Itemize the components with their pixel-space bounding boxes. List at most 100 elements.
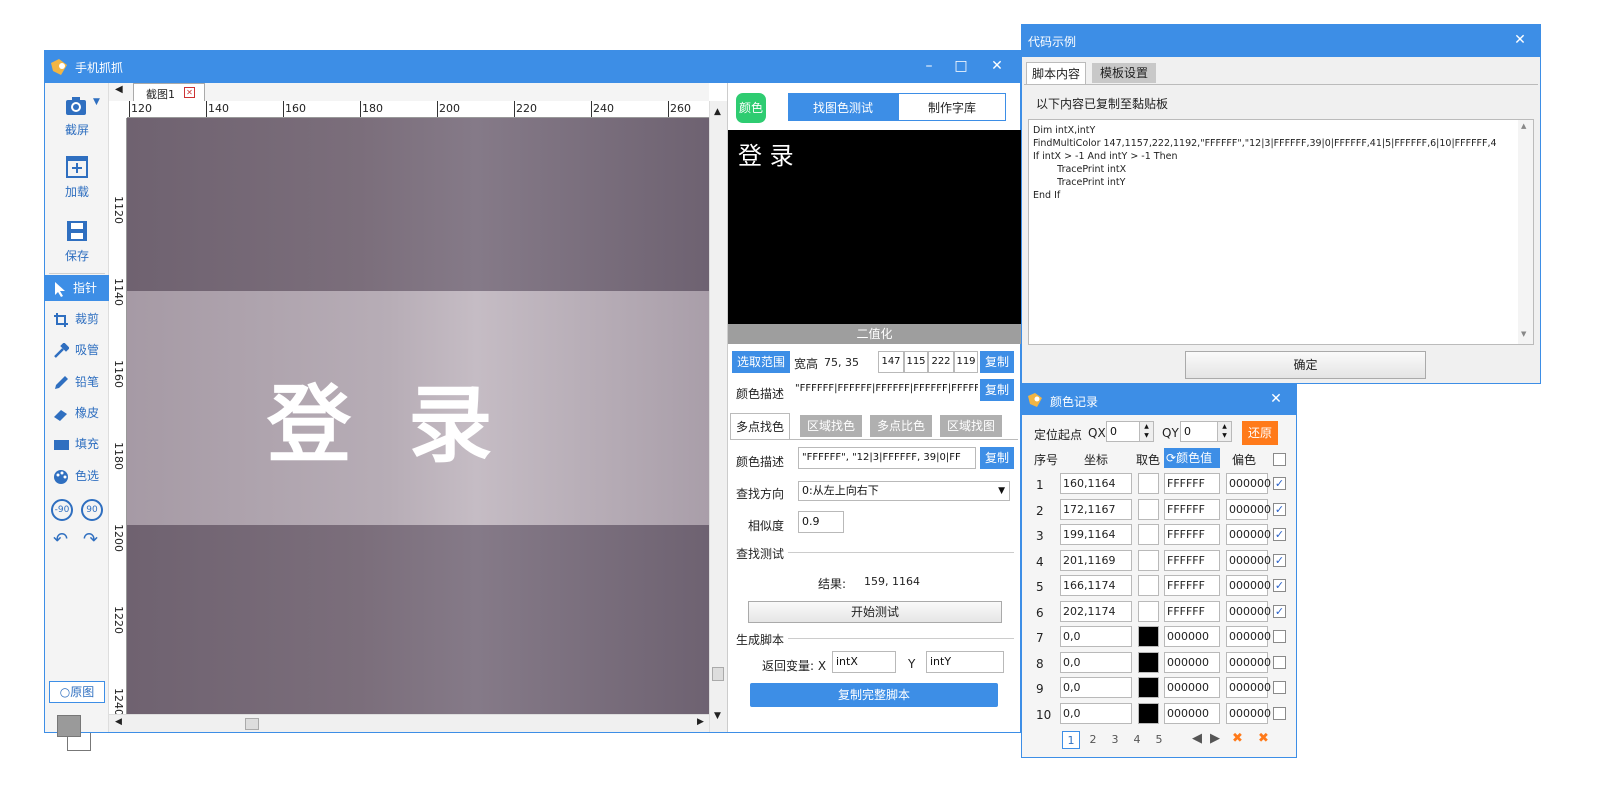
spin-arrows-icon[interactable]: ▲ ▼ — [1217, 422, 1231, 441]
redo-icon[interactable]: ↷ — [83, 529, 98, 550]
row-swatch[interactable] — [1138, 473, 1159, 494]
color-select-tool[interactable]: 色选 — [45, 463, 109, 489]
delete-icon[interactable]: ✖ — [1232, 731, 1243, 746]
color-desc-field[interactable]: "FFFFFF|FFFFFF|FFFFFF|FFFFFF|FFFFFF — [792, 379, 978, 401]
page-4[interactable]: 4 — [1128, 731, 1146, 749]
copy-full-script-button[interactable]: 复制完整脚本 — [750, 683, 998, 707]
qx-spinner[interactable]: 0 ▲ ▼ — [1106, 421, 1154, 442]
tab-template-settings[interactable]: 模板设置 — [1092, 63, 1156, 83]
row-checkbox[interactable]: ✓ — [1273, 528, 1286, 541]
next-page-icon[interactable]: ▶ — [1210, 731, 1220, 746]
copy-multi-desc-button[interactable]: 复制 — [980, 447, 1014, 469]
row-swatch[interactable] — [1138, 600, 1159, 622]
color-mode-button[interactable]: 颜色 — [736, 93, 766, 123]
row-value-field[interactable]: FFFFFF — [1164, 549, 1220, 571]
tab-make-font-lib[interactable]: 制作字库 — [898, 93, 1006, 121]
restore-button[interactable]: 还原 — [1242, 421, 1278, 445]
binarize-bar[interactable]: 二值化 — [728, 324, 1021, 344]
row-swatch[interactable] — [1138, 651, 1159, 673]
row-value-field[interactable]: FFFFFF — [1164, 524, 1220, 545]
row-checkbox[interactable] — [1273, 681, 1286, 694]
row-swatch[interactable] — [1138, 549, 1159, 571]
row-checkbox[interactable] — [1273, 630, 1286, 643]
page-2[interactable]: 2 — [1084, 731, 1102, 749]
load-tool[interactable]: 加载 — [45, 153, 109, 205]
multi-desc-field[interactable]: "FFFFFF", "12|3|FFFFFF, 39|0|FF — [798, 447, 976, 469]
save-tool[interactable]: 保存 — [45, 217, 109, 269]
row-coord-field[interactable]: 172,1167 — [1060, 498, 1132, 520]
eraser-tool[interactable]: 橡皮 — [45, 400, 109, 426]
maximize-button[interactable]: □ — [947, 55, 975, 77]
minimize-button[interactable]: – — [915, 55, 943, 77]
row-value-field[interactable]: FFFFFF — [1164, 473, 1220, 494]
row-checkbox[interactable]: ✓ — [1273, 553, 1286, 567]
copy-color-desc-button[interactable]: 复制 — [980, 379, 1014, 401]
page-3[interactable]: 3 — [1106, 731, 1124, 749]
tab-scroll-left-icon[interactable]: ◀ — [115, 84, 123, 95]
page-1[interactable]: 1 — [1062, 731, 1080, 749]
header-value-button[interactable]: ⟳颜色值 — [1164, 448, 1220, 468]
tab-multi-compare[interactable]: 多点比色 — [870, 415, 932, 437]
row-coord-field[interactable]: 160,1164 — [1060, 473, 1132, 494]
row-offset-field[interactable]: 000000 — [1226, 473, 1271, 494]
row-swatch[interactable] — [1138, 626, 1159, 647]
select-all-checkbox[interactable] — [1273, 453, 1286, 466]
coord-y2[interactable]: 119 — [954, 351, 978, 373]
scroll-thumb[interactable] — [245, 718, 259, 730]
row-offset-field[interactable]: 000000 — [1226, 498, 1271, 520]
row-offset-field[interactable]: 000000 — [1226, 600, 1271, 622]
row-checkbox[interactable]: ✓ — [1273, 604, 1286, 618]
scroll-v-thumb[interactable] — [712, 667, 724, 681]
start-test-button[interactable]: 开始测试 — [748, 601, 1002, 623]
tab-region-color[interactable]: 区域找色 — [800, 415, 862, 437]
screenshot-tool[interactable]: 截屏 ▼ — [45, 91, 109, 143]
tab-screenshot1[interactable]: 截图1 ✕ — [133, 83, 205, 101]
code-ok-button[interactable]: 确定 — [1185, 351, 1426, 379]
row-swatch[interactable] — [1138, 524, 1159, 545]
prev-page-icon[interactable]: ◀ — [1192, 731, 1202, 746]
coord-x2[interactable]: 222 — [928, 351, 954, 373]
row-offset-field[interactable]: 000000 — [1226, 677, 1271, 698]
tab-script-content[interactable]: 脚本内容 — [1026, 62, 1086, 84]
row-value-field[interactable]: 000000 — [1164, 677, 1220, 698]
row-swatch[interactable] — [1138, 677, 1159, 698]
y-var-field[interactable]: intY — [926, 651, 1004, 673]
pointer-tool[interactable]: 指针 — [45, 275, 109, 301]
row-offset-field[interactable]: 000000 — [1226, 651, 1271, 673]
scroll-down-arrow-icon[interactable]: ▼ — [714, 711, 721, 721]
color-swatch-fg[interactable] — [57, 715, 81, 737]
row-value-field[interactable]: 000000 — [1164, 702, 1220, 724]
row-coord-field[interactable]: 0,0 — [1060, 626, 1132, 647]
direction-select[interactable]: 0:从左上向右下 ▼ — [798, 481, 1010, 501]
scroll-right-arrow-icon[interactable]: ▶ — [697, 717, 704, 727]
row-checkbox[interactable] — [1273, 706, 1286, 720]
canvas-image[interactable]: 登 录 — [127, 118, 709, 714]
code-scroll-up-icon[interactable]: ▲ — [1521, 122, 1526, 130]
fill-tool[interactable]: 填充 — [45, 431, 109, 457]
canvas-v-scrollbar[interactable]: ▲ ▼ — [709, 101, 727, 732]
row-swatch[interactable] — [1138, 498, 1159, 520]
row-coord-field[interactable]: 201,1169 — [1060, 549, 1132, 571]
qy-spinner[interactable]: 0 ▲ ▼ — [1180, 421, 1232, 442]
code-textarea[interactable]: Dim intX,intY FindMultiColor 147,1157,222… — [1028, 119, 1534, 345]
tab-multi-point[interactable]: 多点找色 — [730, 413, 790, 439]
coord-x1[interactable]: 147 — [878, 351, 904, 373]
row-checkbox[interactable]: ✓ — [1273, 579, 1286, 592]
row-checkbox[interactable]: ✓ — [1273, 477, 1286, 490]
similarity-field[interactable]: 0.9 — [798, 511, 844, 533]
row-coord-field[interactable]: 0,0 — [1060, 651, 1132, 673]
undo-icon[interactable]: ↶ — [53, 529, 68, 550]
original-image-button[interactable]: ○原图 — [49, 681, 105, 703]
row-value-field[interactable]: 000000 — [1164, 651, 1220, 673]
row-checkbox[interactable]: ✓ — [1273, 502, 1286, 516]
scroll-up-arrow-icon[interactable]: ▲ — [714, 107, 721, 117]
row-value-field[interactable]: FFFFFF — [1164, 600, 1220, 622]
row-swatch[interactable] — [1138, 702, 1159, 724]
row-offset-field[interactable]: 000000 — [1226, 524, 1271, 545]
row-coord-field[interactable]: 166,1174 — [1060, 575, 1132, 596]
rotate-left-90-button[interactable]: -90 — [51, 499, 73, 521]
spin-arrows-icon[interactable]: ▲ ▼ — [1139, 422, 1153, 441]
delete-all-icon[interactable]: ✖ — [1258, 731, 1269, 746]
pencil-tool[interactable]: 铅笔 — [45, 369, 109, 395]
row-value-field[interactable]: FFFFFF — [1164, 498, 1220, 520]
